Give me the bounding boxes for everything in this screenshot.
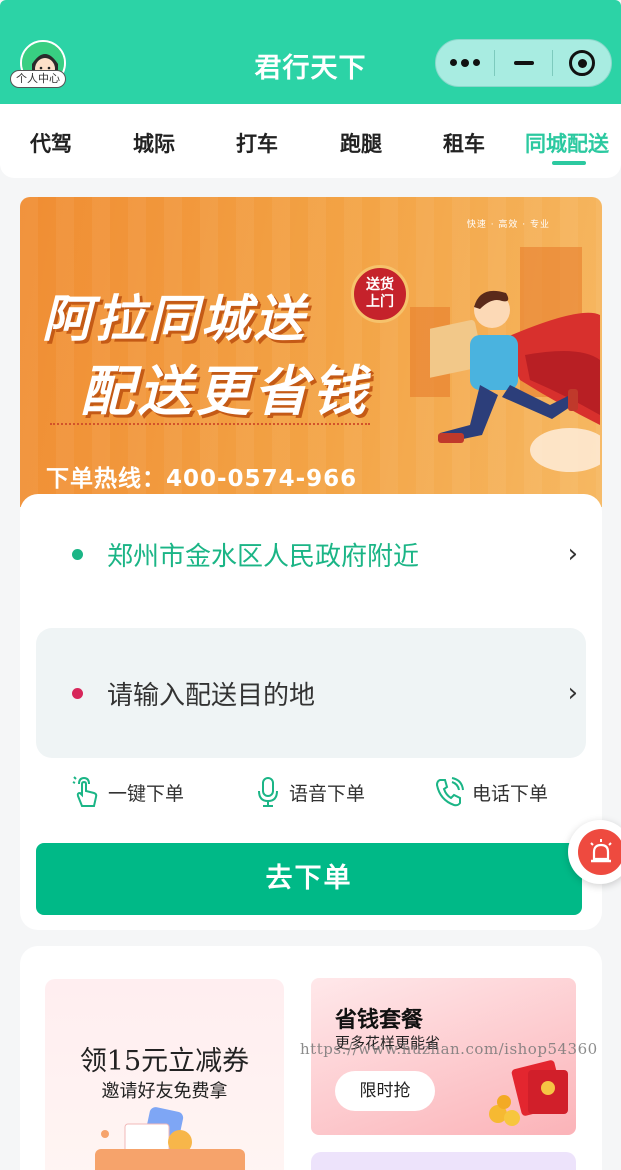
target-icon bbox=[569, 50, 596, 76]
limited-offer-button[interactable]: 限时抢 bbox=[335, 1071, 435, 1111]
promo-banner[interactable]: 快速 · 高效 · 专业 阿拉同城送 配送更省钱 下单热线：400-0574-9… bbox=[20, 197, 602, 507]
microphone-icon bbox=[258, 777, 278, 807]
pickup-address: 郑州市金水区人民政府附近 bbox=[107, 541, 420, 572]
quick-action-label: 一键下单 bbox=[108, 782, 185, 805]
tab-tongcheng-peisong[interactable]: 同城配送 bbox=[525, 128, 609, 158]
active-tab-indicator bbox=[552, 161, 586, 165]
banner-tagline: 快速 · 高效 · 专业 bbox=[466, 220, 550, 230]
quick-action-label: 电话下单 bbox=[472, 782, 549, 805]
coupon-promo[interactable]: 领15元立减券 邀请好友免费拿 bbox=[45, 979, 284, 1170]
close-button[interactable] bbox=[553, 40, 611, 86]
coupon-title: 领15元立减券 bbox=[79, 1046, 250, 1077]
tab-dache[interactable]: 打车 bbox=[236, 128, 278, 158]
destination-dot-icon bbox=[72, 687, 83, 699]
place-order-button[interactable]: 去下单 bbox=[36, 843, 582, 915]
saver-title: 省钱套餐 bbox=[335, 1008, 424, 1033]
chevron-right-icon: › bbox=[567, 678, 578, 708]
banner-subheadline: 配送更省钱 bbox=[80, 360, 370, 423]
order-card: 郑州市金水区人民政府附近 › 请输入配送目的地 › 一键下单 语音下单 电话下单… bbox=[20, 494, 602, 930]
courier-illustration bbox=[430, 290, 600, 472]
minimize-button[interactable] bbox=[495, 40, 553, 86]
service-tabs: 代驾 城际 打车 跑腿 租车 同城配送 bbox=[0, 104, 621, 178]
next-promo-card[interactable] bbox=[311, 1152, 576, 1170]
red-envelope-icon bbox=[489, 1060, 568, 1126]
mini-program-capsule bbox=[435, 39, 612, 87]
tab-zuche[interactable]: 租车 bbox=[443, 128, 485, 158]
banner-hotline: 下单热线：400-0574-966 bbox=[46, 466, 358, 492]
delivery-badge: 送货 上门 bbox=[351, 265, 409, 323]
one-tap-order-button[interactable]: 一键下单 bbox=[72, 776, 184, 808]
banner-divider bbox=[50, 423, 370, 425]
more-dots-icon bbox=[449, 59, 480, 67]
coupon-gift-illustration bbox=[95, 1107, 245, 1170]
badge-line: 送货 bbox=[366, 277, 394, 293]
app-header: 个人中心 君行天下 bbox=[0, 0, 621, 104]
tab-chengji[interactable]: 城际 bbox=[133, 128, 175, 158]
destination-input-row[interactable]: 请输入配送目的地 › bbox=[36, 628, 586, 758]
pickup-dot-icon bbox=[72, 548, 83, 560]
minus-icon bbox=[513, 61, 534, 65]
phone-order-button[interactable]: 电话下单 bbox=[434, 776, 548, 808]
watermark: https://www.huzhan.com/ishop54360 bbox=[300, 1040, 598, 1058]
promotions-card: 领15元立减券 邀请好友免费拿 省钱套餐 更多花样更能省 限时抢 bbox=[20, 946, 602, 1170]
destination-placeholder: 请输入配送目的地 bbox=[107, 680, 316, 711]
voice-order-button[interactable]: 语音下单 bbox=[255, 776, 365, 808]
coupon-subtitle: 邀请好友免费拿 bbox=[101, 1081, 228, 1102]
phone-icon bbox=[435, 777, 464, 807]
tab-paotui[interactable]: 跑腿 bbox=[340, 128, 382, 158]
tap-icon bbox=[72, 776, 98, 807]
badge-line: 上门 bbox=[366, 294, 394, 310]
chevron-right-icon: › bbox=[567, 539, 578, 569]
quick-action-label: 语音下单 bbox=[289, 782, 366, 805]
banner-headline: 阿拉同城送 bbox=[42, 290, 307, 348]
alarm-icon bbox=[578, 829, 621, 875]
tab-daijia[interactable]: 代驾 bbox=[30, 128, 72, 158]
pickup-address-row[interactable]: 郑州市金水区人民政府附近 › bbox=[36, 496, 586, 612]
more-button[interactable] bbox=[436, 40, 494, 86]
